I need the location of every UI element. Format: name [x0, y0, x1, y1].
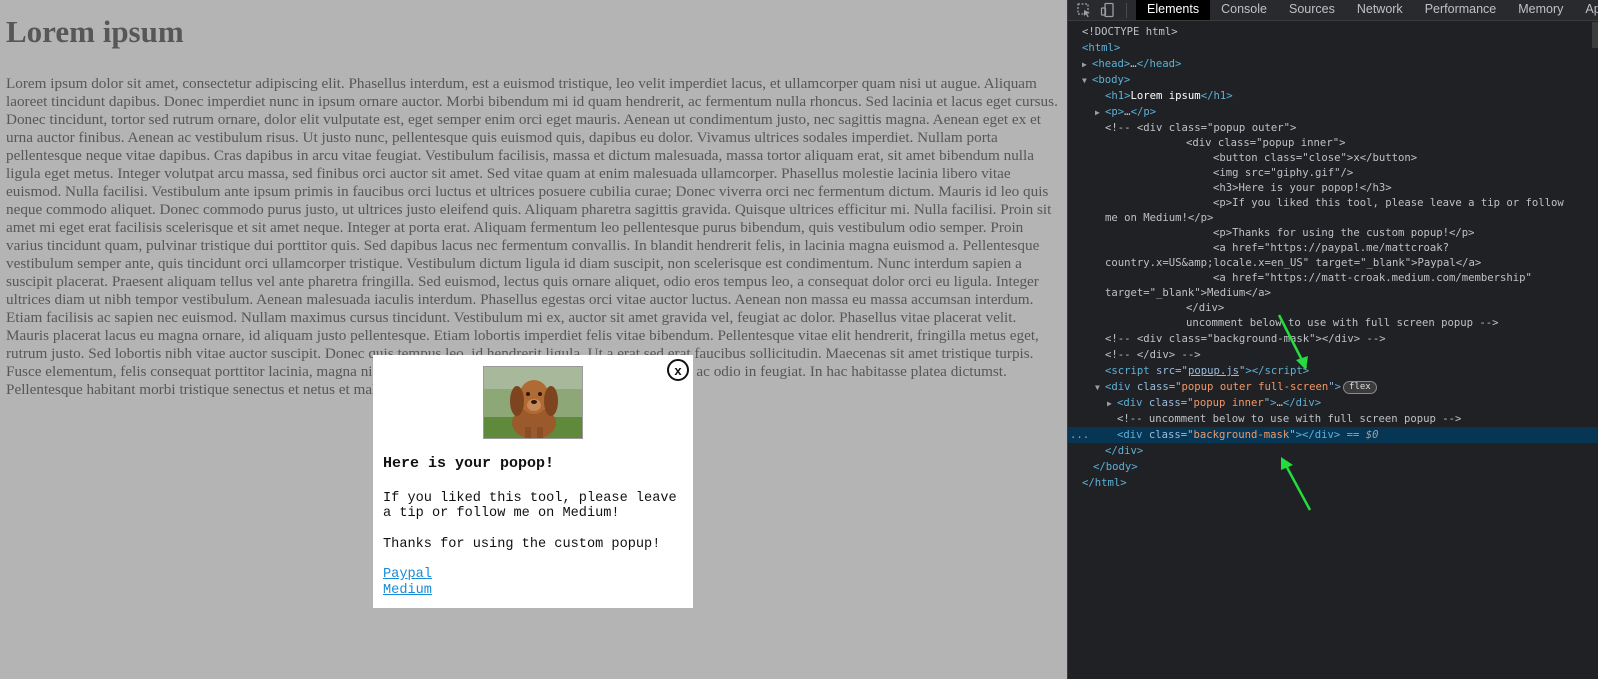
dog-photo-icon: [484, 367, 582, 438]
green-arrow-icon: [1277, 314, 1308, 370]
paypal-link[interactable]: Paypal: [383, 567, 432, 582]
annotation-arrows: [1277, 314, 1312, 511]
dog-photo-image: [483, 366, 583, 439]
close-button[interactable]: x: [667, 359, 689, 381]
medium-link[interactable]: Medium: [383, 583, 432, 598]
green-arrow-icon: [1281, 457, 1312, 511]
page-viewport: Lorem ipsum Lorem ipsum dolor sit amet, …: [0, 0, 1067, 679]
popup-dialog: x Here is your popop! If you liked this …: [373, 355, 693, 608]
popup-message-thanks: Thanks for using the custom popup!: [383, 537, 661, 552]
popup-heading: Here is your popop!: [383, 455, 555, 472]
popup-message-tip: If you liked this tool, please leave a t…: [383, 491, 677, 521]
page-title: Lorem ipsum: [6, 14, 184, 49]
page-paragraph: Lorem ipsum dolor sit amet, consectetur …: [6, 75, 1058, 398]
devtools-panel: Elements Console Sources Network Perform…: [1067, 0, 1598, 679]
